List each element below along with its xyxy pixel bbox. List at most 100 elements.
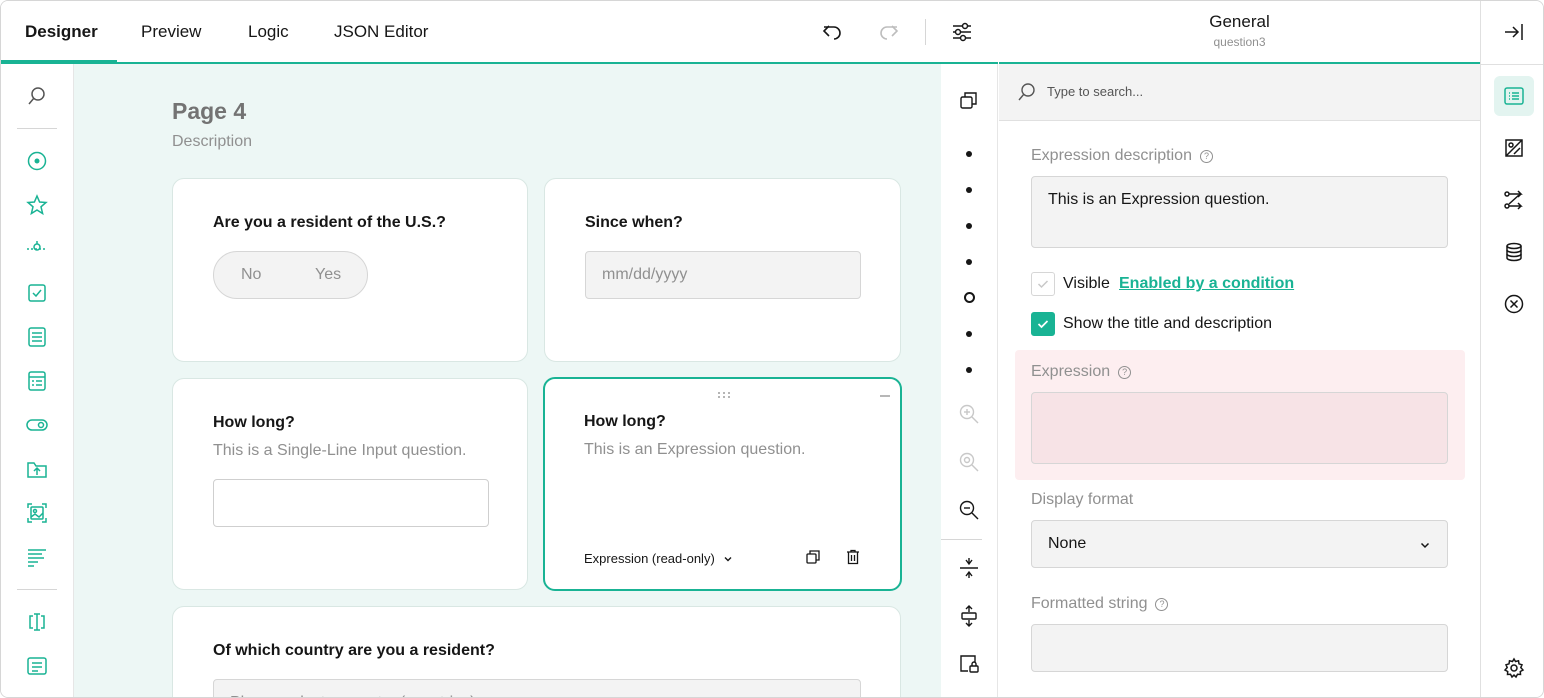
property-grid-subtitle: question3 <box>1213 35 1266 49</box>
question-description[interactable]: This is a Single-Line Input question. <box>213 442 466 460</box>
comment-icon[interactable] <box>23 652 51 680</box>
slider-icon[interactable] <box>23 235 51 263</box>
question-title[interactable]: How long? <box>584 413 666 431</box>
page-nav-dot[interactable] <box>966 187 972 193</box>
collapse-icon[interactable] <box>879 387 891 405</box>
drag-handle-icon[interactable] <box>716 387 732 405</box>
toolbox-divider <box>17 589 57 590</box>
help-icon[interactable]: ? <box>1155 597 1169 611</box>
display-format-value: None <box>1048 535 1087 552</box>
expression-label: Expression ? <box>1031 363 1132 381</box>
toolbar-divider <box>925 19 926 45</box>
copy-page-icon[interactable] <box>955 86 983 114</box>
zoom-in-icon[interactable] <box>955 400 983 428</box>
collapse-all-icon[interactable] <box>955 554 983 582</box>
toolbox <box>1 64 74 697</box>
help-icon[interactable]: ? <box>1118 365 1132 379</box>
lock-question-icon[interactable] <box>955 650 983 678</box>
rating-icon[interactable] <box>23 191 51 219</box>
question-title[interactable]: Of which country are you a resident? <box>213 642 495 660</box>
boolean-true-label[interactable]: Yes <box>315 266 341 284</box>
text-input[interactable] <box>213 479 489 527</box>
boolean-toggle-icon[interactable] <box>23 411 51 439</box>
validation-close-circle-icon[interactable] <box>1494 284 1534 324</box>
page-nav-dot-current[interactable] <box>964 292 975 303</box>
formatted-string-field[interactable] <box>1031 624 1448 672</box>
visible-checkbox[interactable] <box>1031 272 1055 296</box>
tab-preview[interactable]: Preview <box>141 1 201 62</box>
survey-creator: Designer Preview Logic JSON Editor Page … <box>0 0 1544 698</box>
question-title[interactable]: How long? <box>213 414 295 432</box>
question-card-resident[interactable]: Are you a resident of the U.S.? No Yes <box>172 178 528 362</box>
help-icon[interactable]: ? <box>1199 149 1213 163</box>
gear-icon[interactable] <box>1494 648 1534 688</box>
display-format-label: Display format <box>1031 491 1133 509</box>
property-grid-header: General question3 <box>999 1 1480 64</box>
toolbox-divider <box>17 128 57 129</box>
zoom-out-icon[interactable] <box>955 496 983 524</box>
settings-sliders-icon[interactable] <box>949 19 975 45</box>
file-upload-icon[interactable] <box>23 455 51 483</box>
tab-json-editor[interactable]: JSON Editor <box>334 1 428 62</box>
page-title[interactable]: Page 4 <box>172 98 246 125</box>
property-search-bar[interactable]: Type to search... <box>999 64 1480 121</box>
chevron-down-icon <box>1419 538 1431 556</box>
question-title[interactable]: Since when? <box>585 214 683 232</box>
page-nav-dot[interactable] <box>966 223 972 229</box>
page-nav-dot[interactable] <box>966 331 972 337</box>
delete-icon[interactable] <box>845 549 861 570</box>
enabled-by-condition-link[interactable]: Enabled by a condition <box>1119 275 1294 293</box>
page-nav-dot[interactable] <box>966 259 972 265</box>
expression-field[interactable] <box>1031 392 1448 464</box>
page-nav-dot[interactable] <box>966 151 972 157</box>
property-grid: General question3 Type to search... Expr… <box>999 1 1480 697</box>
redo-icon[interactable] <box>876 19 902 45</box>
page-description[interactable]: Description <box>172 133 252 151</box>
checkbox-icon[interactable] <box>23 279 51 307</box>
page-nav-dot[interactable] <box>966 367 972 373</box>
collapse-panel-icon[interactable] <box>1494 12 1534 52</box>
property-grid-body: Expression description ? This is an Expr… <box>999 121 1480 697</box>
image-picker-icon[interactable] <box>23 499 51 527</box>
property-search-input[interactable]: Type to search... <box>1047 84 1143 99</box>
undo-icon[interactable] <box>819 19 845 45</box>
tab-designer[interactable]: Designer <box>25 1 98 62</box>
tagbox-icon[interactable] <box>23 367 51 395</box>
tab-logic[interactable]: Logic <box>248 1 289 62</box>
strip-divider <box>941 539 982 540</box>
property-grid-title[interactable]: General <box>999 12 1480 32</box>
question-card-since-when[interactable]: Since when? mm/dd/yyyy <box>544 178 901 362</box>
zoom-reset-icon[interactable] <box>955 448 983 476</box>
question-type-label: Expression (read-only) <box>584 551 715 566</box>
text-input-icon[interactable] <box>23 608 51 636</box>
show-title-checkbox[interactable] <box>1031 312 1055 336</box>
date-input[interactable]: mm/dd/yyyy <box>585 251 861 299</box>
theme-appearance-icon[interactable] <box>1494 128 1534 168</box>
radiogroup-icon[interactable] <box>23 147 51 175</box>
question-card-how-long-text[interactable]: How long? This is a Single-Line Input qu… <box>172 378 528 590</box>
duplicate-icon[interactable] <box>805 549 821 570</box>
tab-bar-divider <box>1481 64 1543 65</box>
expression-description-field[interactable]: This is an Expression question. <box>1031 176 1448 248</box>
data-database-icon[interactable] <box>1494 232 1534 272</box>
boolean-switch[interactable]: No Yes <box>213 251 368 299</box>
search-icon[interactable] <box>23 82 51 110</box>
question-description[interactable]: This is an Expression question. <box>584 441 805 459</box>
expand-all-icon[interactable] <box>955 602 983 630</box>
general-properties-icon[interactable] <box>1494 76 1534 116</box>
label-text: Expression <box>1031 363 1111 380</box>
boolean-false-label[interactable]: No <box>241 266 261 284</box>
question-card-country[interactable]: Of which country are you a resident? Ple… <box>172 606 901 697</box>
question-title[interactable]: Are you a resident of the U.S.? <box>213 214 446 232</box>
question-card-how-long-expression[interactable]: How long? This is an Expression question… <box>543 377 902 591</box>
chevron-down-icon <box>724 556 732 561</box>
search-icon <box>1017 82 1037 107</box>
question-type-selector[interactable]: Expression (read-only) <box>584 551 733 566</box>
expression-description-label: Expression description ? <box>1031 147 1213 165</box>
ranking-icon[interactable] <box>23 543 51 571</box>
design-surface: Page 4 Description Are you a resident of… <box>74 64 941 697</box>
display-format-select[interactable]: None <box>1031 520 1448 568</box>
country-dropdown[interactable]: Please select a country (countries)... <box>213 679 861 697</box>
logic-flow-icon[interactable] <box>1494 180 1534 220</box>
dropdown-icon[interactable] <box>23 323 51 351</box>
